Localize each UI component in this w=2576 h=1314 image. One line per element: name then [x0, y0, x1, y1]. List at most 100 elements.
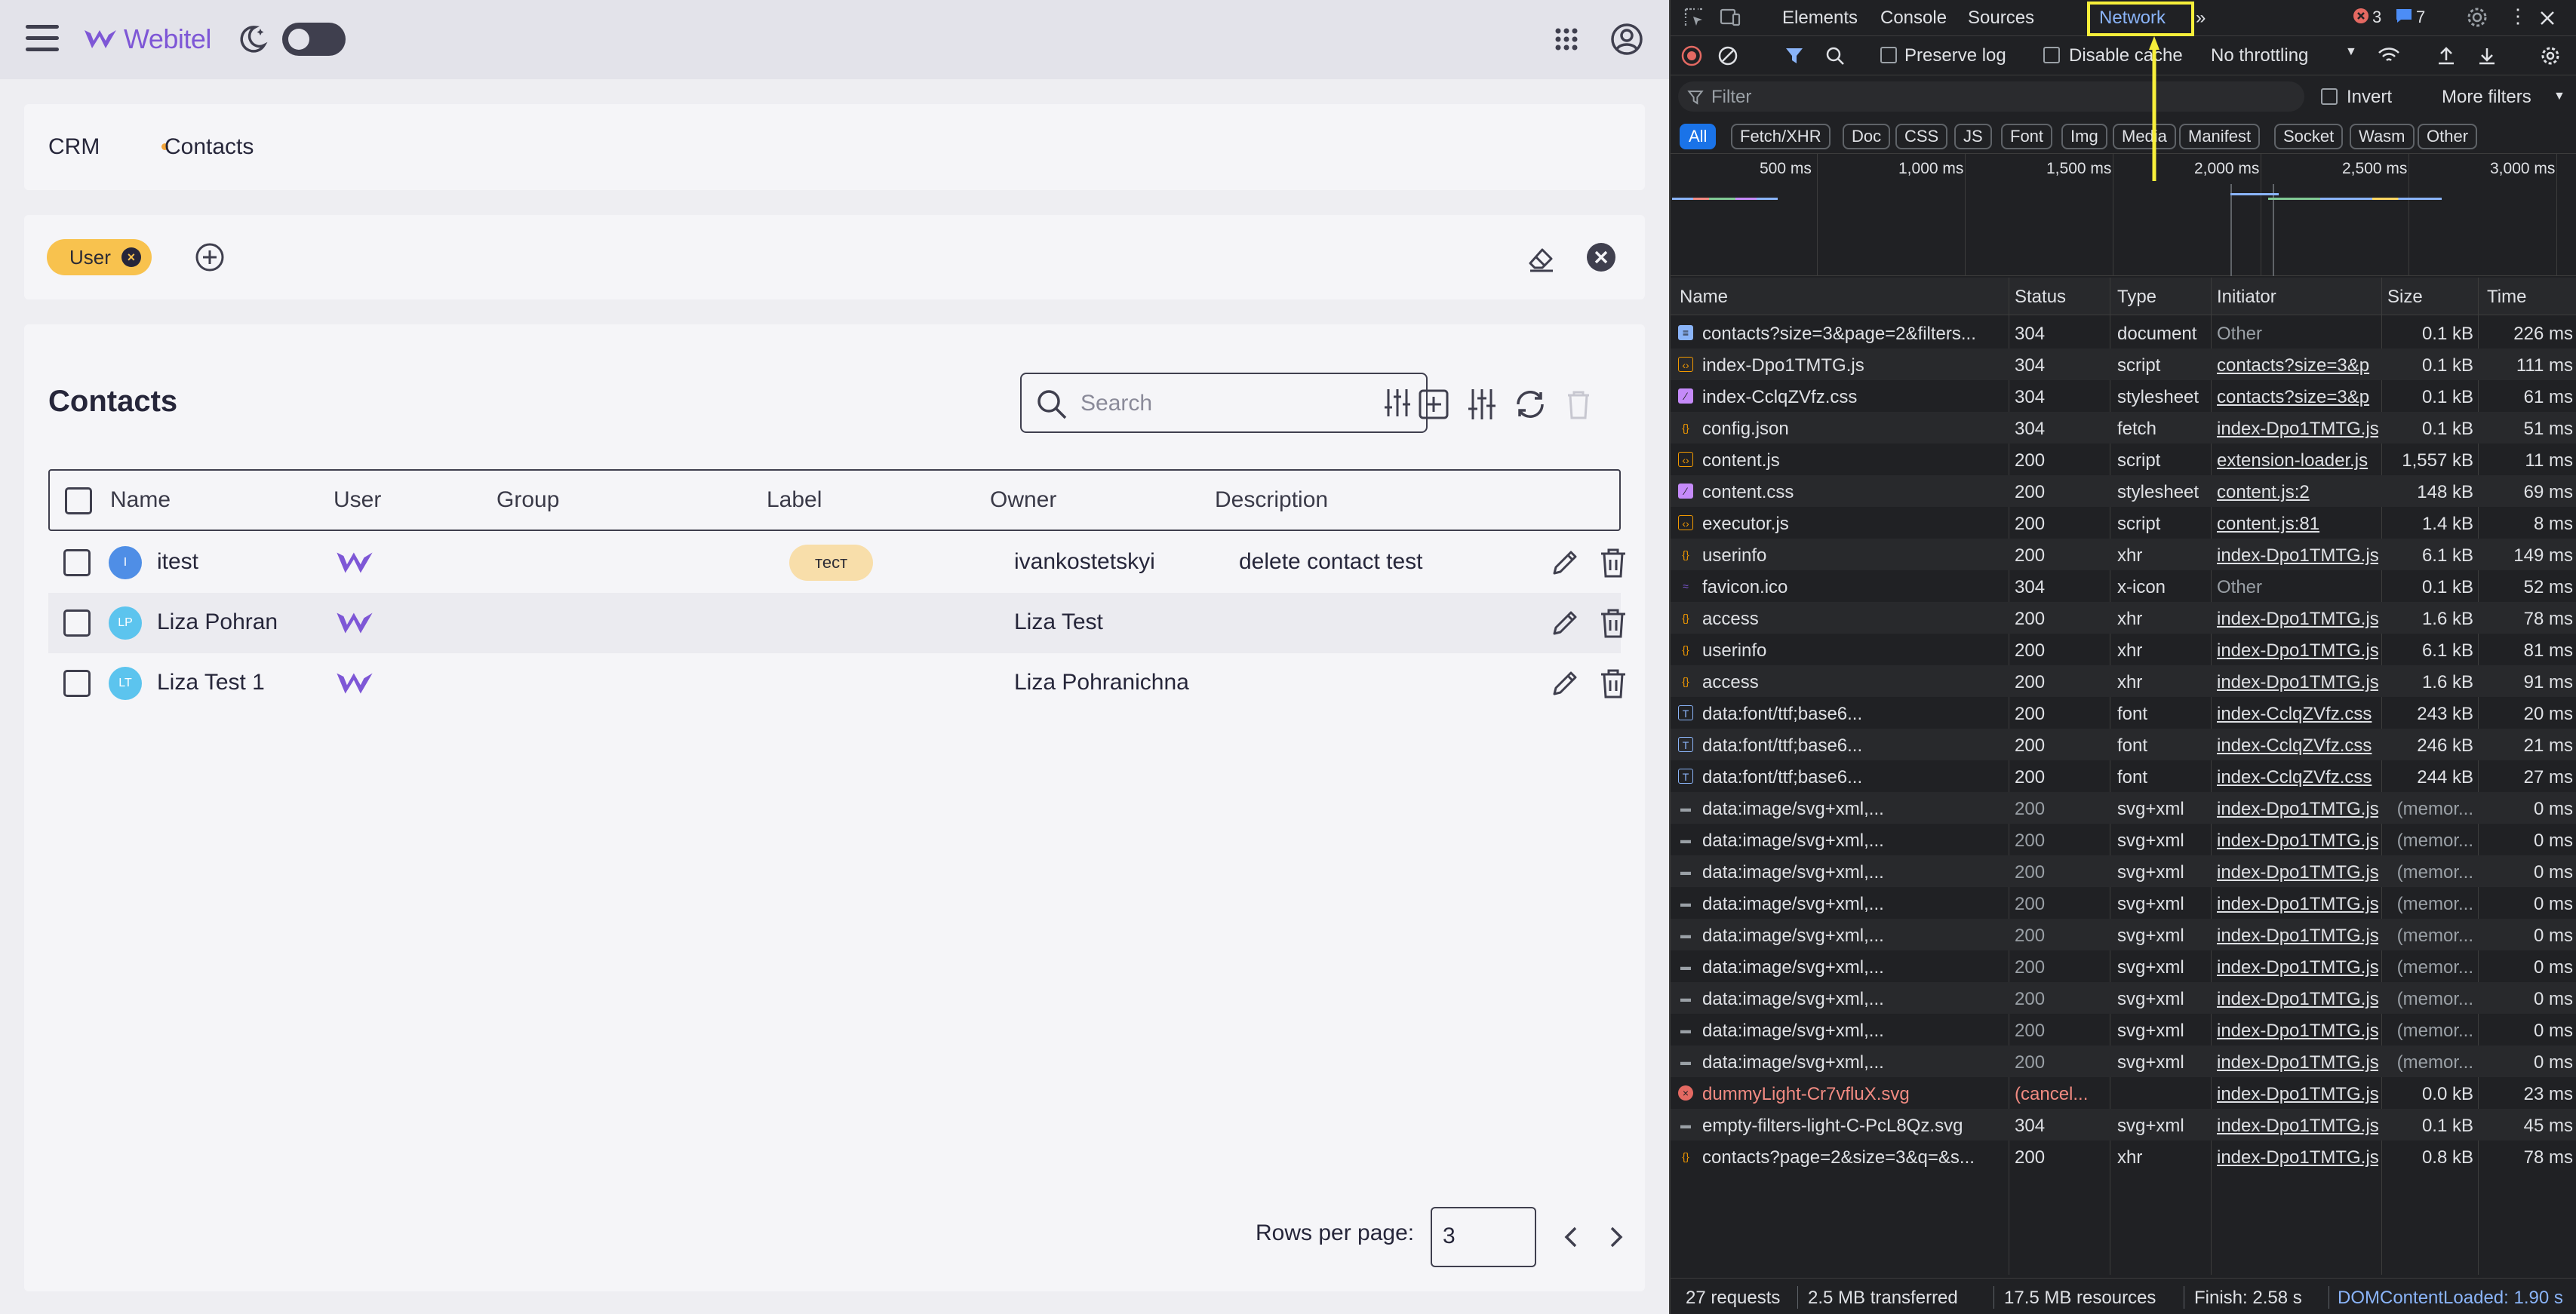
- import-har-icon[interactable]: [2436, 45, 2457, 66]
- dropdown-arrow-icon[interactable]: ▼: [2345, 45, 2357, 59]
- invert-checkbox[interactable]: [2321, 88, 2338, 105]
- error-count[interactable]: 3: [2372, 8, 2381, 27]
- request-initiator[interactable]: index-Dpo1TMTG.js: [2217, 926, 2378, 947]
- network-request-row[interactable]: ▬ data:image/svg+xml,... 200 svg+xml index-D…: [1671, 792, 2576, 824]
- add-filter-icon[interactable]: [193, 241, 226, 274]
- column-header-label[interactable]: Label: [767, 487, 822, 513]
- request-initiator[interactable]: index-Dpo1TMTG.js: [2217, 1116, 2378, 1137]
- request-initiator[interactable]: index-Dpo1TMTG.js: [2217, 830, 2378, 852]
- request-initiator[interactable]: content.js:2: [2217, 482, 2378, 503]
- tab-elements[interactable]: Elements: [1782, 8, 1858, 29]
- request-initiator[interactable]: content.js:81: [2217, 514, 2378, 535]
- column-header-time[interactable]: Time: [2487, 287, 2526, 308]
- request-name[interactable]: data:image/svg+xml,...: [1702, 799, 2004, 820]
- add-contact-icon[interactable]: [1416, 386, 1452, 422]
- table-row[interactable]: LP Liza Pohran Liza Test: [48, 593, 1625, 653]
- export-har-icon[interactable]: [2476, 45, 2498, 66]
- request-name[interactable]: userinfo: [1702, 545, 2004, 566]
- network-request-row[interactable]: Tdata:font/ttf;base6... 200 font index-Cclq…: [1671, 760, 2576, 792]
- request-name[interactable]: empty-filters-light-C-PcL8Qz.svg: [1702, 1116, 2004, 1137]
- request-initiator[interactable]: extension-loader.js: [2217, 450, 2378, 471]
- network-request-row[interactable]: ⁄ content.css 200 stylesheet content.js:2 148…: [1671, 475, 2576, 507]
- type-filter-wasm[interactable]: Wasm: [2350, 124, 2415, 149]
- column-header-type[interactable]: Type: [2117, 287, 2156, 308]
- network-request-row[interactable]: {} userinfo 200 xhr index-Dpo1TMTG.js 6.1 kB 8…: [1671, 634, 2576, 665]
- webitel-logo[interactable]: Webitel: [83, 21, 211, 57]
- column-settings-icon[interactable]: [1464, 386, 1500, 422]
- request-initiator[interactable]: index-CclqZVfz.css: [2217, 735, 2378, 757]
- column-header-owner[interactable]: Owner: [990, 487, 1056, 513]
- request-initiator[interactable]: index-Dpo1TMTG.js: [2217, 1021, 2378, 1042]
- record-stop-icon[interactable]: [1681, 45, 1702, 66]
- network-request-row[interactable]: ▬ data:image/svg+xml,... 200 svg+xml index-D…: [1671, 1045, 2576, 1077]
- inspect-element-icon[interactable]: [1683, 6, 1705, 29]
- type-filter-other[interactable]: Other: [2418, 124, 2478, 149]
- network-request-row[interactable]: ‹› content.js 200 script extension-loader.js…: [1671, 444, 2576, 475]
- filter-input[interactable]: Filter: [1678, 81, 2304, 112]
- type-filter-css[interactable]: CSS: [1895, 124, 1948, 149]
- request-initiator[interactable]: index-Dpo1TMTG.js: [2217, 894, 2378, 915]
- close-devtools-icon[interactable]: [2538, 9, 2556, 27]
- type-filter-media[interactable]: Media: [2113, 124, 2176, 149]
- request-initiator[interactable]: index-CclqZVfz.css: [2217, 704, 2378, 725]
- column-header-description[interactable]: Description: [1215, 487, 1328, 513]
- column-header-initiator[interactable]: Initiator: [2217, 287, 2276, 308]
- column-header-name[interactable]: Name: [1680, 287, 1728, 308]
- table-row[interactable]: I itest тест ivankostetskyi delete conta…: [48, 533, 1625, 593]
- network-request-row[interactable]: × dummyLight-Cr7vfluX.svg (cancel... index-…: [1671, 1077, 2576, 1109]
- network-request-row[interactable]: {} contacts?page=2&size=3&q=&s... 200 xhr in…: [1671, 1141, 2576, 1172]
- network-request-row[interactable]: Tdata:font/ttf;base6... 200 font index-Cclq…: [1671, 729, 2576, 760]
- contact-name[interactable]: Liza Test 1: [157, 670, 265, 695]
- request-name[interactable]: data:image/svg+xml,...: [1702, 926, 2004, 947]
- request-name[interactable]: config.json: [1702, 419, 2004, 440]
- breadcrumb-crm[interactable]: CRM: [48, 134, 100, 160]
- type-filter-manifest[interactable]: Manifest: [2179, 124, 2261, 149]
- device-toolbar-icon[interactable]: [1719, 6, 1741, 29]
- delete-icon[interactable]: [1598, 667, 1628, 700]
- request-initiator[interactable]: index-Dpo1TMTG.js: [2217, 640, 2378, 662]
- request-name[interactable]: contacts?page=2&size=3&q=&s...: [1702, 1147, 2004, 1168]
- network-request-row[interactable]: {} config.json 304 fetch index-Dpo1TMTG.js 0.…: [1671, 412, 2576, 444]
- theme-toggle[interactable]: [282, 23, 346, 56]
- request-name[interactable]: data:image/svg+xml,...: [1702, 989, 2004, 1010]
- type-filter-doc[interactable]: Doc: [1843, 124, 1891, 149]
- request-initiator[interactable]: index-Dpo1TMTG.js: [2217, 545, 2378, 566]
- column-header-group[interactable]: Group: [496, 487, 559, 513]
- request-name[interactable]: userinfo: [1702, 640, 2004, 662]
- dark-mode-icon[interactable]: [235, 23, 269, 56]
- search-options-icon[interactable]: [1381, 386, 1414, 419]
- row-checkbox[interactable]: [63, 549, 91, 576]
- more-filters-arrow-icon[interactable]: ▼: [2553, 90, 2565, 103]
- request-name[interactable]: data:image/svg+xml,...: [1702, 1021, 2004, 1042]
- contact-name[interactable]: Liza Pohran: [157, 609, 278, 635]
- more-tabs-icon[interactable]: »: [2196, 8, 2206, 29]
- account-icon[interactable]: [1610, 23, 1643, 56]
- request-name[interactable]: data:image/svg+xml,...: [1702, 957, 2004, 978]
- request-initiator[interactable]: index-Dpo1TMTG.js: [2217, 957, 2378, 978]
- kebab-menu-icon[interactable]: ⋮: [2508, 5, 2528, 28]
- type-filter-js[interactable]: JS: [1954, 124, 1992, 149]
- request-initiator[interactable]: index-CclqZVfz.css: [2217, 767, 2378, 788]
- type-filter-img[interactable]: Img: [2061, 124, 2107, 149]
- delete-icon[interactable]: [1598, 606, 1628, 640]
- network-request-row[interactable]: Tdata:font/ttf;base6... 200 font index-Cclq…: [1671, 697, 2576, 729]
- edit-icon[interactable]: [1548, 606, 1582, 640]
- network-request-row[interactable]: ▬ empty-filters-light-C-PcL8Qz.svg 304 svg+…: [1671, 1109, 2576, 1141]
- edit-icon[interactable]: [1548, 667, 1582, 700]
- network-request-row[interactable]: ▬ data:image/svg+xml,... 200 svg+xml index-D…: [1671, 824, 2576, 855]
- request-name[interactable]: executor.js: [1702, 514, 2004, 535]
- column-header-status[interactable]: Status: [2015, 287, 2066, 308]
- select-all-checkbox[interactable]: [65, 487, 92, 514]
- type-filter-socket[interactable]: Socket: [2274, 124, 2344, 149]
- network-conditions-icon[interactable]: [2377, 45, 2401, 66]
- message-icon[interactable]: [2395, 8, 2413, 24]
- request-initiator[interactable]: index-Dpo1TMTG.js: [2217, 1084, 2378, 1105]
- row-checkbox[interactable]: [63, 670, 91, 697]
- request-name[interactable]: content.js: [1702, 450, 2004, 471]
- request-name[interactable]: data:image/svg+xml,...: [1702, 862, 2004, 883]
- type-filter-all[interactable]: All: [1680, 124, 1717, 149]
- search-input[interactable]: [1081, 388, 1360, 419]
- tab-console[interactable]: Console: [1880, 8, 1947, 29]
- row-checkbox[interactable]: [63, 609, 91, 637]
- request-initiator[interactable]: index-Dpo1TMTG.js: [2217, 862, 2378, 883]
